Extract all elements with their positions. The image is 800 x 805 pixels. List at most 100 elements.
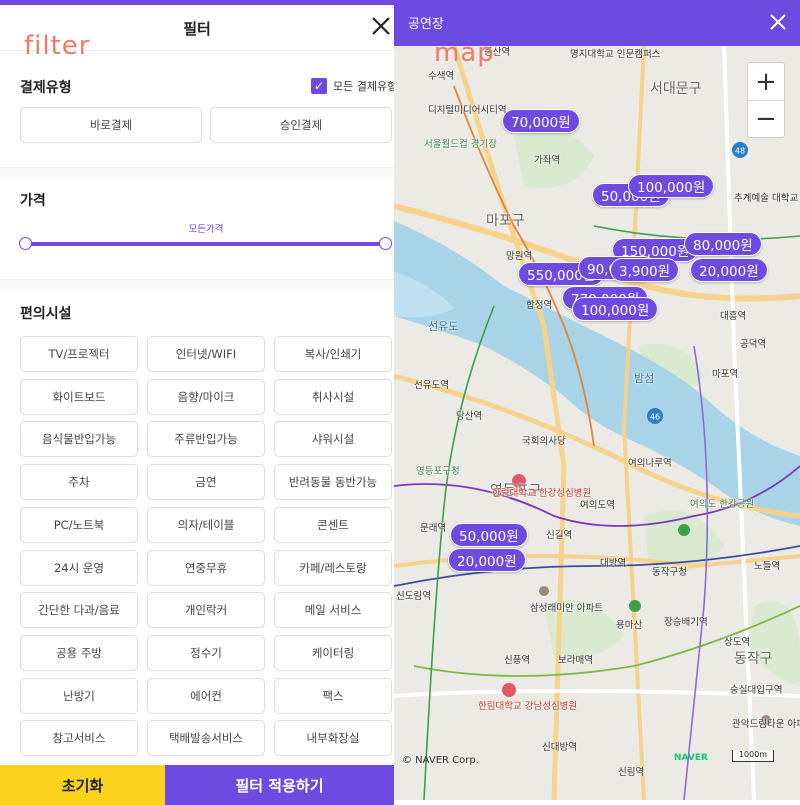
route-shield-48: 48 — [735, 147, 745, 156]
map-place-label: 삼성래미안 아파트 — [530, 603, 603, 614]
facility-option[interactable]: 연중무휴 — [147, 549, 265, 586]
payment-direct-button[interactable]: 바로결제 — [20, 107, 202, 143]
map-place-label: 마포역 — [712, 369, 739, 380]
map-place-label: 여의도역 — [580, 500, 615, 511]
price-pin[interactable]: 70,000원 — [502, 109, 580, 133]
facility-option[interactable]: 간단한 다과/음료 — [20, 592, 138, 629]
checkbox-checked-icon: ✓ — [311, 78, 327, 94]
route-shield-46: 46 — [650, 413, 660, 422]
price-range-label: 모든가격 — [188, 224, 224, 235]
price-slider-min-handle[interactable] — [19, 237, 32, 250]
map-title: 공연장 — [408, 17, 444, 32]
facility-option[interactable]: 취사시설 — [274, 378, 392, 415]
facility-option[interactable]: 화이트보드 — [20, 378, 138, 415]
map-place-label: 신도림역 — [396, 591, 431, 602]
facility-option[interactable]: 음향/마이크 — [147, 378, 265, 415]
map-place-label: 여의나루역 — [628, 458, 672, 469]
zoom-out-button[interactable]: − — [748, 100, 784, 137]
facility-option[interactable]: 주차 — [20, 464, 138, 501]
reset-button[interactable]: 초기화 — [0, 765, 165, 805]
facility-option[interactable]: 케이터링 — [274, 634, 392, 671]
price-pin[interactable]: 80,000원 — [684, 232, 762, 256]
zoom-controls: + − — [747, 62, 785, 138]
map-place-label: 수색역 — [428, 71, 455, 82]
map-scale-bar: 1000m — [732, 750, 774, 762]
facility-option[interactable]: 음식물반입가능 — [20, 421, 138, 458]
map-place-label: 디지털미디어시티역 — [428, 105, 507, 116]
zoom-in-button[interactable]: + — [748, 63, 784, 100]
section-divider — [0, 167, 394, 177]
map-place-label: 서대문구 — [650, 81, 702, 97]
map-place-label: 용마산 — [616, 620, 643, 631]
map-place-label: 당산역 — [456, 411, 483, 422]
price-pin[interactable]: 50,000원 — [450, 523, 528, 547]
facility-option[interactable]: 복사/인쇄기 — [274, 336, 392, 372]
all-payment-checkbox[interactable]: ✓ 모든 결제유형 — [311, 77, 397, 95]
price-pin[interactable]: 20,000원 — [690, 258, 768, 282]
map-place-label: 선유도 — [428, 320, 459, 333]
facility-option[interactable]: 택배발송서비스 — [147, 720, 265, 757]
map-place-label: 가좌역 — [534, 155, 561, 166]
facility-option[interactable]: TV/프로젝터 — [20, 336, 138, 372]
map-place-label: 여의도 한강공원 — [690, 499, 755, 510]
facility-option[interactable]: 주류반입가능 — [147, 421, 265, 458]
naver-logo: NAVER — [674, 753, 708, 763]
map-place-label: 신풍역 — [504, 655, 531, 666]
facility-option[interactable]: PC/노트북 — [20, 506, 138, 543]
map-place-label: 대방역 — [600, 558, 627, 569]
price-slider-max-handle[interactable] — [379, 237, 392, 250]
annotation-map: map — [434, 38, 495, 68]
facility-option[interactable]: 24시 운영 — [20, 549, 138, 586]
facilities-label: 편의시설 — [20, 306, 72, 322]
facility-option[interactable]: 샤워시설 — [274, 421, 392, 458]
price-slider-track[interactable] — [25, 242, 385, 246]
map-place-label: 망원역 — [506, 251, 533, 262]
map-panel[interactable]: 공연장 map 48 46 증산역 수색역 명지대학교 인문캠퍼스 서대문구 디… — [394, 0, 800, 800]
map-place-label: 관악드림타운 아파트 — [732, 719, 800, 730]
map-place-label: 서울월드컵 경기장 — [424, 139, 497, 150]
facility-option[interactable]: 카페/레스토랑 — [274, 549, 392, 586]
map-place-label: 보라매역 — [558, 655, 593, 666]
facility-option[interactable]: 난방기 — [20, 677, 138, 714]
apply-filter-button[interactable]: 필터 적용하기 — [165, 765, 394, 805]
facility-option[interactable]: 반려동물 동반가능 — [274, 464, 392, 501]
payment-approval-button[interactable]: 승인결제 — [210, 107, 392, 143]
facility-option[interactable]: 콘센트 — [274, 506, 392, 543]
close-icon[interactable] — [370, 15, 392, 37]
price-pin[interactable]: 100,000원 — [628, 174, 715, 198]
map-place-label: 신림역 — [618, 767, 645, 778]
price-pin[interactable]: 3,900원 — [610, 258, 680, 282]
close-icon[interactable] — [768, 12, 788, 32]
facility-option[interactable]: 금연 — [147, 464, 265, 501]
map-copyright: © NAVER Corp. — [402, 755, 479, 766]
facility-option[interactable]: 메일 서비스 — [274, 592, 392, 629]
filter-panel: 필터 filter 결제유형 ✓ 모든 결제유형 바로결제 승인결제 가격 모든… — [0, 5, 397, 805]
facility-option[interactable]: 내부화장실 — [274, 720, 392, 757]
facility-option[interactable]: 의자/테이블 — [147, 506, 265, 543]
map-place-label: 추계예술 대학교 — [734, 193, 799, 204]
facility-option[interactable]: 창고서비스 — [20, 720, 138, 757]
payment-type-label: 결제유형 — [20, 80, 72, 96]
facility-option[interactable]: 팩스 — [274, 677, 392, 714]
map-place-label: 명지대학교 인문캠퍼스 — [570, 49, 661, 60]
map-place-label: 공덕역 — [740, 339, 767, 350]
map-place-label: 밤섬 — [634, 372, 655, 385]
price-pin[interactable]: 100,000원 — [572, 297, 659, 321]
map-place-label: 신대방역 — [542, 742, 577, 753]
map-place-label: 문래역 — [420, 523, 447, 534]
facility-option[interactable]: 정수기 — [147, 634, 265, 671]
facility-option[interactable]: 개인락커 — [147, 592, 265, 629]
map-place-label: 장승배기역 — [664, 617, 708, 628]
facility-option[interactable]: 공용 주방 — [20, 634, 138, 671]
map-place-label: 상도역 — [724, 637, 751, 648]
section-divider — [0, 279, 394, 289]
map-place-label: 대흥역 — [720, 311, 747, 322]
price-pin[interactable]: 20,000원 — [448, 548, 526, 572]
map-place-label: 영등포구청 — [416, 466, 460, 477]
annotation-filter: filter — [24, 31, 91, 61]
map-place-label: 동작구청 — [652, 567, 687, 578]
map-place-label: 동작구 — [734, 651, 773, 667]
facility-option[interactable]: 에어컨 — [147, 677, 265, 714]
facility-option[interactable]: 인터넷/WIFI — [147, 336, 265, 372]
map-place-label: 마포구 — [486, 213, 525, 229]
